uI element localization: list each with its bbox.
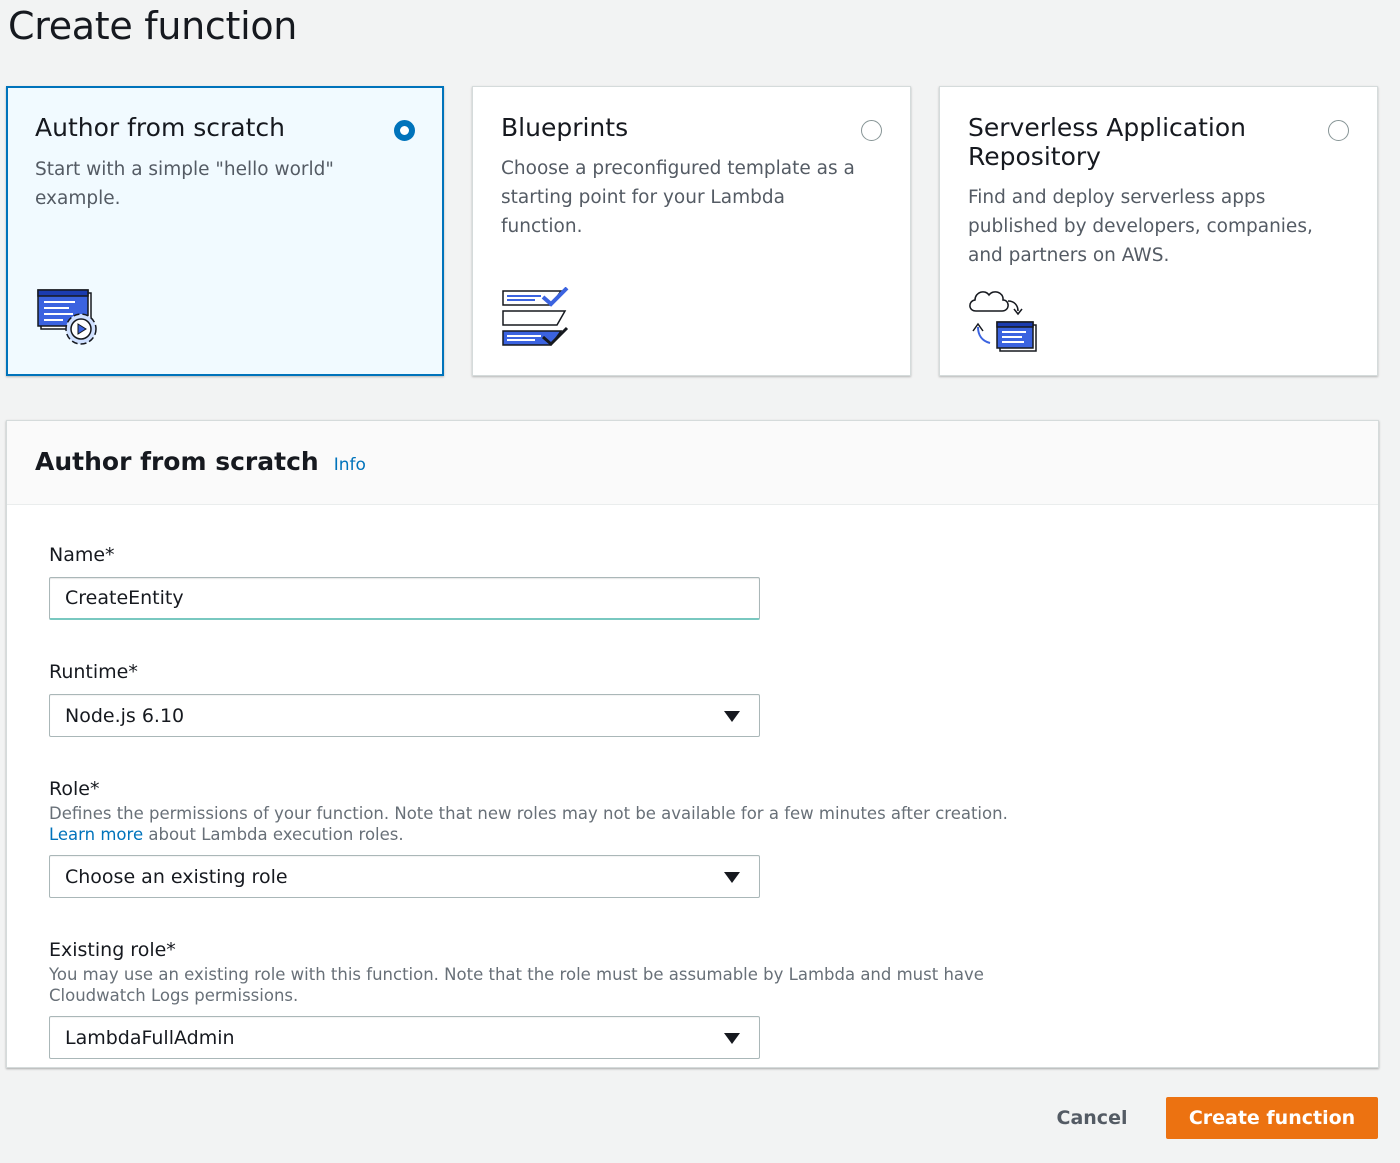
option-description: Find and deploy serverless apps publishe… [968,187,1313,266]
cloud-deploy-icon [969,291,1037,352]
runtime-value: Node.js 6.10 [65,704,185,727]
panel-title: Author from scratch [35,447,319,476]
radio-author-from-scratch[interactable] [394,120,415,141]
option-title: Blueprints [501,113,629,142]
existing-role-value: LambdaFullAdmin [65,1026,235,1049]
role-value: Choose an existing role [65,865,288,888]
caret-down-icon [724,711,740,722]
name-label: Name* [49,544,115,566]
role-description-tail: about Lambda execution roles. [143,825,404,844]
runtime-label: Runtime* [49,661,138,683]
info-link[interactable]: Info [334,455,366,475]
author-from-scratch-panel: Author from scratch Info Name* Runtime* … [6,420,1379,1068]
radio-blueprints[interactable] [861,120,882,141]
panel-header: Author from scratch Info [7,421,1378,505]
runtime-select[interactable]: Node.js 6.10 [49,694,760,737]
create-function-button[interactable]: Create function [1166,1097,1378,1139]
option-description: Start with a simple "hello world" exampl… [35,159,334,209]
runtime-field: Runtime* Node.js 6.10 [49,660,1378,737]
page-title: Create function [8,4,298,48]
existing-role-description: You may use an existing role with this f… [49,965,984,1005]
existing-role-select[interactable]: LambdaFullAdmin [49,1016,760,1059]
learn-more-link[interactable]: Learn more [49,825,143,844]
radio-serverless-repository[interactable] [1328,120,1349,141]
existing-role-field: Existing role* You may use an existing r… [49,938,1378,1059]
option-title: Serverless Application Repository [968,113,1246,171]
role-description: Defines the permissions of your function… [49,803,1009,845]
option-title: Author from scratch [35,113,285,142]
name-input[interactable] [49,577,760,620]
role-description-text: Defines the permissions of your function… [49,804,1008,823]
panel-body: Name* Runtime* Node.js 6.10 Role* Define… [7,505,1378,1059]
existing-role-label: Existing role* [49,939,176,961]
blueprint-checklist-icon [502,287,569,347]
caret-down-icon [724,872,740,883]
caret-down-icon [724,1033,740,1044]
option-author-from-scratch[interactable]: Author from scratch Start with a simple … [6,86,444,376]
code-gear-icon [37,289,97,345]
option-serverless-repository[interactable]: Serverless Application Repository Find a… [939,86,1378,376]
role-label: Role* [49,778,100,800]
name-field: Name* [49,543,1378,620]
option-blueprints[interactable]: Blueprints Choose a preconfigured templa… [472,86,911,376]
option-description: Choose a preconfigured template as a sta… [501,158,855,237]
role-field: Role* Defines the permissions of your fu… [49,777,1378,898]
cancel-button[interactable]: Cancel [1040,1097,1144,1138]
role-select[interactable]: Choose an existing role [49,855,760,898]
